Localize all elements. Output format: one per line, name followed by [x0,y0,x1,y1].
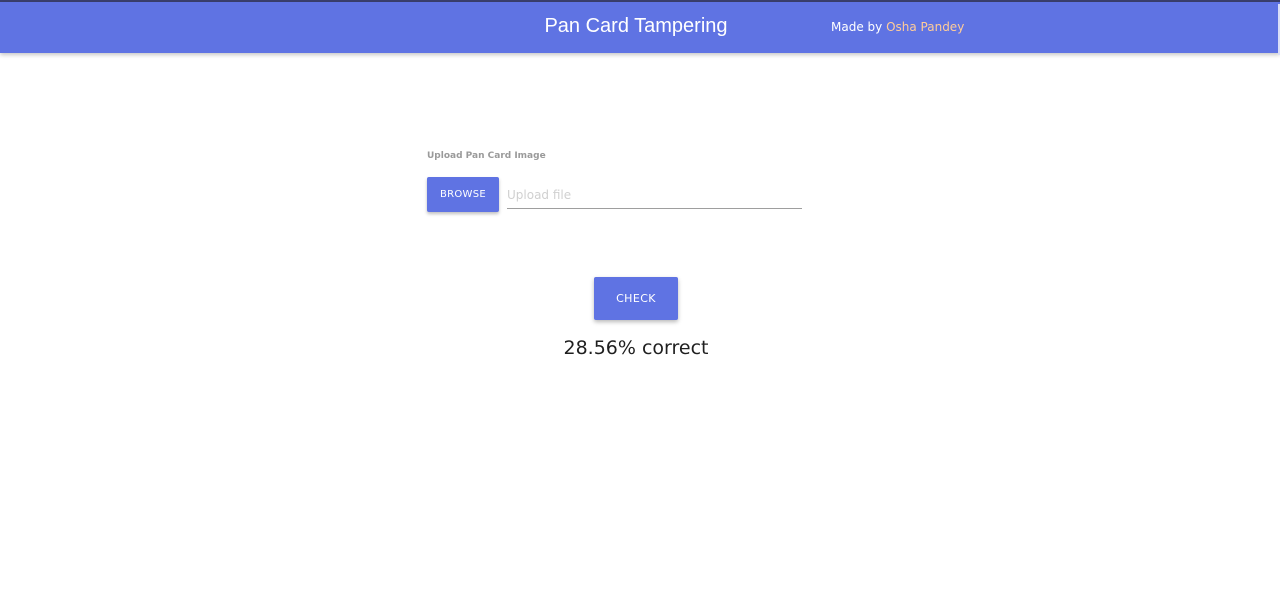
check-button[interactable]: CHECK [594,277,678,320]
result-text: 28.56% correct [563,337,709,359]
upload-label: Upload Pan Card Image [427,151,546,161]
navbar: Pan Card Tampering Made by Osha Pandey [0,2,1280,55]
upload-file-input[interactable] [507,182,802,209]
credit-prefix: Made by [831,20,887,34]
browse-button[interactable]: BROWSE [427,177,499,212]
author-link[interactable]: Osha Pandey [886,20,964,34]
credit-text: Made by Osha Pandey [831,20,964,34]
page-title: Pan Card Tampering [544,15,728,37]
